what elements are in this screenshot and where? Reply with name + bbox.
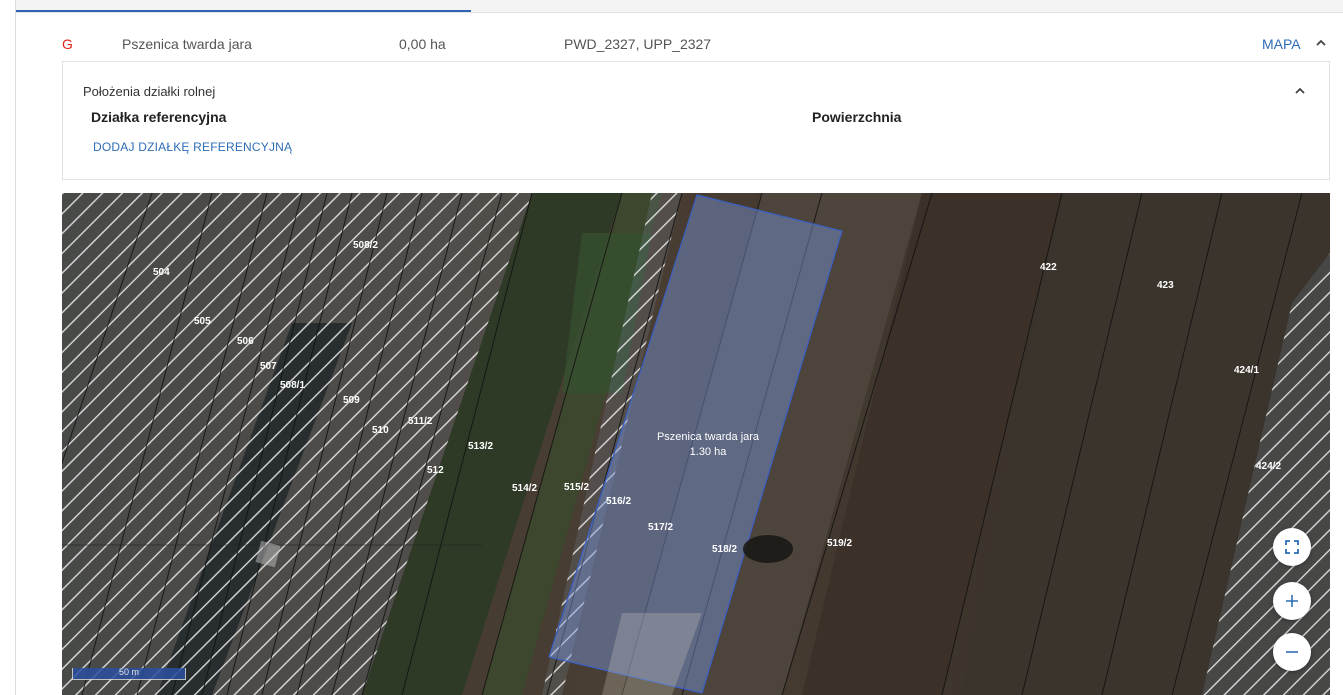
parcel-label: 424/1 [1234,365,1259,376]
parcel-label: 508/2 [353,240,378,251]
parcel-label: 509 [343,395,360,406]
parcel-label: 505 [194,316,211,327]
column-header-reference: Działka referencyjna [91,109,227,125]
location-panel: Położenia działki rolnej Działka referen… [62,61,1330,180]
crop-group-letter: G [62,36,73,52]
fullscreen-button[interactable] [1273,528,1311,566]
parcel-label: 504 [153,267,170,278]
parcel-label: 515/2 [564,482,589,493]
field-label-crop: Pszenica twarda jara [657,431,760,443]
parcel-label: 517/2 [648,522,673,533]
parcel-label: 514/2 [512,483,537,494]
zoom-out-button[interactable] [1273,633,1311,671]
scale-label: 50 m [119,667,140,677]
minus-icon [1286,651,1298,653]
map-view[interactable]: 504 505 506 507 508/1 508/2 509 510 511/… [62,193,1330,695]
left-border [15,0,16,695]
parcel-label: 506 [237,336,254,347]
parcel-label: 518/2 [712,544,737,555]
parcel-label: 508/1 [280,380,305,391]
parcel-label: 510 [372,425,389,436]
panel-title: Położenia działki rolnej [83,84,216,99]
map-link[interactable]: MAPA [1262,36,1301,52]
crop-area: 0,00 ha [399,36,446,52]
parcel-label: 422 [1040,262,1057,273]
parcel-label: 423 [1157,280,1174,291]
crop-name: Pszenica twarda jara [122,36,252,52]
parcel-label: 513/2 [468,441,493,452]
parcel-label: 516/2 [606,496,631,507]
column-header-area: Powierzchnia [812,109,902,125]
zoom-in-button[interactable] [1273,582,1311,620]
plus-icon [1286,595,1298,607]
field-label-area: 1.30 ha [690,446,728,458]
fullscreen-icon [1285,540,1299,554]
parcel-label: 512 [427,465,444,476]
parcel-label: 511/2 [408,416,433,427]
map-canvas: 504 505 506 507 508/1 508/2 509 510 511/… [62,193,1330,695]
parcel-label: 424/2 [1256,461,1281,472]
crop-codes: PWD_2327, UPP_2327 [564,36,712,52]
parcel-label: 507 [260,361,277,372]
chevron-up-icon[interactable] [1314,36,1328,50]
active-tab-indicator [16,10,471,12]
chevron-up-icon[interactable] [1293,84,1307,98]
crop-row[interactable]: G Pszenica twarda jara 0,00 ha PWD_2327,… [16,30,1343,60]
parcel-label: 519/2 [827,538,852,549]
scale-bar: 50 m [72,667,186,680]
add-reference-parcel-button[interactable]: DODAJ DZIAŁKĘ REFERENCYJNĄ [93,140,292,154]
